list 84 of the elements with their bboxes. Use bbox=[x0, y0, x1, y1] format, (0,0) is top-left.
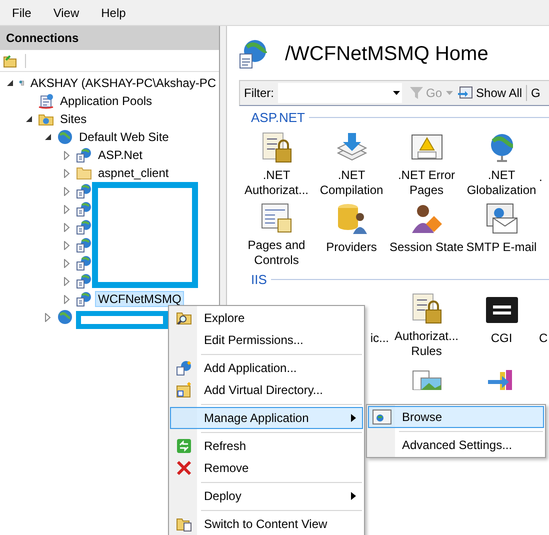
pool-icon bbox=[38, 93, 54, 109]
document-lock-icon bbox=[260, 130, 294, 164]
collapse-icon[interactable] bbox=[25, 114, 33, 124]
tree-item[interactable]: AKSHAY (AKSHAY-PC\Akshay-PC bbox=[27, 75, 219, 91]
feature-label[interactable]: .NET Error Pages bbox=[389, 168, 464, 198]
expand-icon[interactable] bbox=[63, 294, 71, 304]
panel-title: Connections bbox=[0, 26, 219, 50]
globe-document-icon bbox=[176, 360, 192, 376]
menu-bar-item[interactable]: View bbox=[53, 4, 80, 22]
feature-label[interactable]: SMTP E-mail bbox=[466, 240, 537, 254]
folder-document-icon bbox=[176, 516, 192, 532]
tree-item[interactable]: Sites bbox=[57, 111, 90, 127]
feature-label[interactable]: Pages and Controls bbox=[239, 238, 314, 268]
folder-magnifier-icon bbox=[176, 310, 192, 326]
feature-label[interactable]: .NET Compilation bbox=[314, 168, 389, 198]
envelope-globe-icon bbox=[484, 202, 518, 236]
document-lock-icon bbox=[410, 292, 444, 326]
feature-label[interactable]: Authorizat... Rules bbox=[389, 329, 464, 359]
menu-item[interactable]: Refresh bbox=[170, 435, 363, 457]
collapse-icon[interactable] bbox=[6, 78, 14, 88]
globe-document-icon bbox=[76, 237, 92, 253]
menu-item[interactable]: Explore bbox=[170, 307, 363, 329]
globe-document-icon bbox=[76, 273, 92, 289]
dropdown-caret-icon[interactable] bbox=[446, 91, 454, 95]
form-page-icon bbox=[260, 200, 294, 234]
group-heading: ASP.NET bbox=[251, 109, 305, 127]
group-heading: IIS bbox=[251, 270, 267, 288]
globe-document-icon bbox=[76, 219, 92, 235]
tree-item[interactable]: Default Web Site bbox=[76, 129, 172, 145]
expand-icon[interactable] bbox=[63, 222, 71, 232]
globe-document-icon bbox=[76, 255, 92, 271]
feature-label[interactable]: ic... bbox=[370, 331, 389, 346]
expand-icon[interactable] bbox=[63, 150, 71, 160]
globe-document-icon bbox=[76, 291, 92, 307]
expand-icon[interactable] bbox=[44, 312, 52, 322]
folder-icon bbox=[76, 165, 92, 181]
toolbar-button[interactable]: G bbox=[531, 84, 540, 102]
menu-item[interactable]: Manage Application bbox=[170, 407, 363, 429]
refresh-icon bbox=[176, 438, 192, 454]
menu-bar-item[interactable]: Help bbox=[101, 4, 126, 22]
menu-item[interactable]: Add Virtual Directory... bbox=[170, 379, 363, 401]
tree-item[interactable]: WCFNetMSMQ bbox=[95, 291, 184, 307]
menu-item[interactable]: Advanced Settings... bbox=[368, 434, 544, 456]
x-icon bbox=[176, 460, 192, 476]
feature-label[interactable]: .NET Globalization bbox=[464, 168, 539, 198]
globe-document-icon bbox=[76, 201, 92, 217]
expand-icon[interactable] bbox=[63, 186, 71, 196]
tree-item[interactable]: aspnet_client bbox=[95, 165, 172, 181]
feature-label[interactable]: .NET Authorizat... bbox=[239, 168, 314, 198]
menu-item[interactable]: Edit Permissions... bbox=[170, 329, 363, 351]
show-all-button[interactable]: Show All bbox=[457, 84, 522, 102]
filter-label: Filter: bbox=[244, 85, 274, 102]
browser-globe-icon bbox=[372, 409, 392, 425]
menu-bar-item[interactable]: File bbox=[12, 4, 32, 22]
menu-item[interactable]: Browse bbox=[368, 406, 544, 428]
menu-item[interactable]: Remove bbox=[170, 457, 363, 479]
feature-label[interactable]: C bbox=[539, 331, 548, 346]
tree-item[interactable]: Application Pools bbox=[57, 93, 156, 109]
menu-item[interactable]: Deploy bbox=[170, 485, 363, 507]
folder-shortcut-icon bbox=[176, 382, 192, 398]
expand-icon[interactable] bbox=[63, 204, 71, 214]
menu-item[interactable]: Switch to Content View bbox=[170, 513, 363, 535]
expand-icon[interactable] bbox=[63, 258, 71, 268]
expand-icon[interactable] bbox=[63, 168, 71, 178]
feature-label[interactable]: CGI bbox=[490, 331, 512, 346]
globe-document-icon bbox=[76, 183, 92, 199]
document-picture-icon bbox=[410, 370, 442, 390]
globe-document-icon bbox=[239, 39, 267, 69]
tree-item[interactable]: ASP.Net bbox=[95, 147, 146, 163]
funnel-icon bbox=[410, 87, 423, 99]
folder-arrow-icon[interactable] bbox=[3, 54, 17, 68]
filter-field[interactable] bbox=[278, 83, 402, 103]
page-title: /WCFNetMSMQ Home bbox=[285, 42, 488, 67]
collapse-icon[interactable] bbox=[44, 132, 52, 142]
globe-icon bbox=[57, 129, 73, 145]
globe-icon bbox=[57, 309, 73, 325]
feature-label[interactable]: Providers bbox=[326, 240, 377, 254]
dropdown-caret-icon bbox=[393, 91, 400, 95]
expand-icon[interactable] bbox=[63, 276, 71, 286]
menu-item[interactable]: Add Application... bbox=[170, 357, 363, 379]
globe-document-icon bbox=[76, 147, 92, 163]
feature-label[interactable]: Session State bbox=[389, 240, 464, 254]
expand-icon[interactable] bbox=[63, 240, 71, 250]
feature-label[interactable]: . bbox=[539, 170, 542, 184]
